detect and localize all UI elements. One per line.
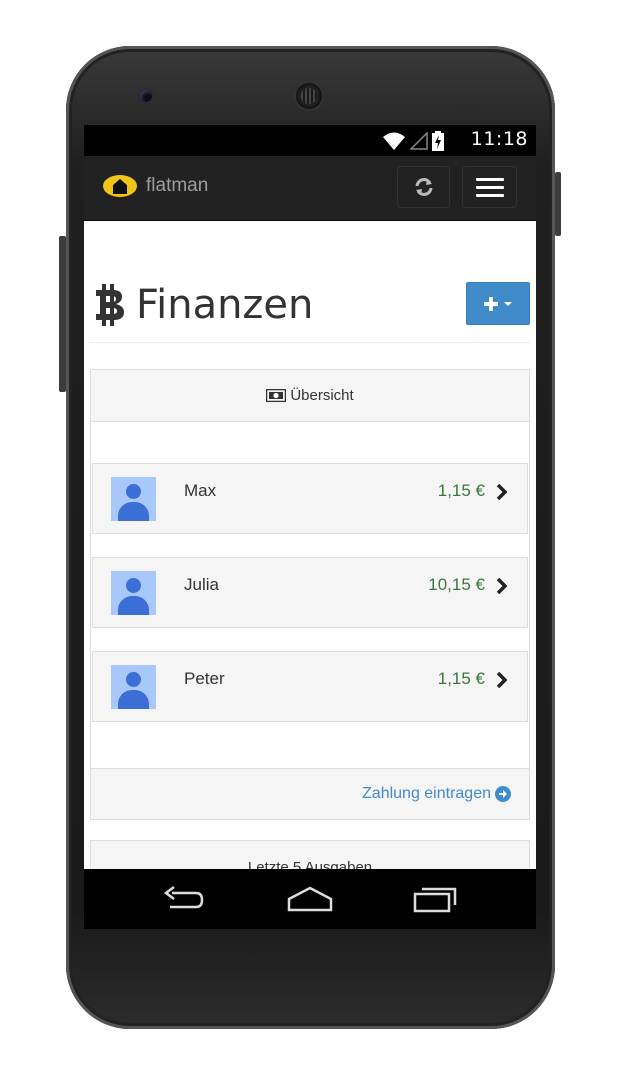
- menu-toggle-button[interactable]: [462, 166, 517, 208]
- member-name: Peter: [184, 669, 225, 688]
- brand-label: flatman: [146, 175, 209, 196]
- member-amount: 10,15 €: [428, 575, 485, 594]
- money-icon: [266, 389, 287, 402]
- status-time: 11:18: [470, 128, 528, 150]
- overview-panel-heading: Übersicht: [91, 370, 529, 422]
- front-camera: [140, 90, 152, 102]
- earpiece-speaker: [296, 83, 322, 109]
- member-name: Max: [184, 481, 217, 500]
- chevron-right-icon: [496, 672, 507, 688]
- page-title: Finanzen: [94, 282, 313, 328]
- enter-payment-link[interactable]: Zahlung eintragen: [362, 785, 511, 803]
- hamburger-icon: [475, 173, 504, 202]
- plus-icon: [484, 296, 498, 311]
- refresh-icon: [415, 178, 432, 196]
- app-navbar: flatman: [84, 156, 536, 221]
- avatar: [111, 665, 156, 709]
- proximity-sensors: [462, 94, 490, 113]
- main-content: Finanzen Übersicht Max 1,15 € Julia 10,1…: [84, 220, 536, 929]
- overview-heading-text: Übersicht: [290, 387, 354, 404]
- chevron-right-icon: [496, 578, 507, 594]
- member-name: Julia: [184, 575, 219, 594]
- avatar: [111, 477, 156, 521]
- back-icon[interactable]: [162, 885, 206, 913]
- member-amount: 1,15 €: [437, 481, 485, 500]
- page-header: Finanzen: [90, 282, 530, 343]
- caret-down-icon: [504, 301, 512, 306]
- add-dropdown-button[interactable]: [466, 282, 530, 325]
- bitcoin-icon: [96, 284, 124, 326]
- android-navigation-bar: [84, 869, 536, 929]
- battery-charging-icon: [432, 131, 444, 151]
- home-icon[interactable]: [286, 885, 334, 913]
- status-icons: [382, 130, 444, 152]
- status-bar: 11:18: [84, 125, 536, 156]
- member-amount: 1,15 €: [437, 669, 485, 688]
- phone-power-button: [555, 172, 561, 236]
- phone-volume-button: [59, 236, 66, 392]
- member-row-peter[interactable]: Peter 1,15 €: [92, 651, 528, 722]
- brand[interactable]: flatman: [102, 174, 208, 198]
- member-row-max[interactable]: Max 1,15 €: [92, 463, 528, 534]
- member-row-julia[interactable]: Julia 10,15 €: [92, 557, 528, 628]
- avatar: [111, 571, 156, 615]
- house-logo-icon: [103, 175, 137, 197]
- enter-payment-label: Zahlung eintragen: [362, 785, 491, 802]
- arrow-circle-right-icon: [495, 786, 511, 802]
- refresh-button[interactable]: [397, 166, 450, 208]
- signal-icon: [410, 132, 428, 150]
- overview-panel: Übersicht Max 1,15 € Julia 10,15 € Peter…: [90, 369, 530, 820]
- chevron-right-icon: [496, 484, 507, 500]
- recent-apps-icon[interactable]: [412, 885, 458, 913]
- overview-panel-footer: Zahlung eintragen: [91, 768, 529, 819]
- wifi-icon: [383, 132, 405, 150]
- screen: 11:18 flatman Finanzen Übersicht Max 1,1…: [84, 125, 536, 929]
- page-title-text: Finanzen: [136, 282, 314, 328]
